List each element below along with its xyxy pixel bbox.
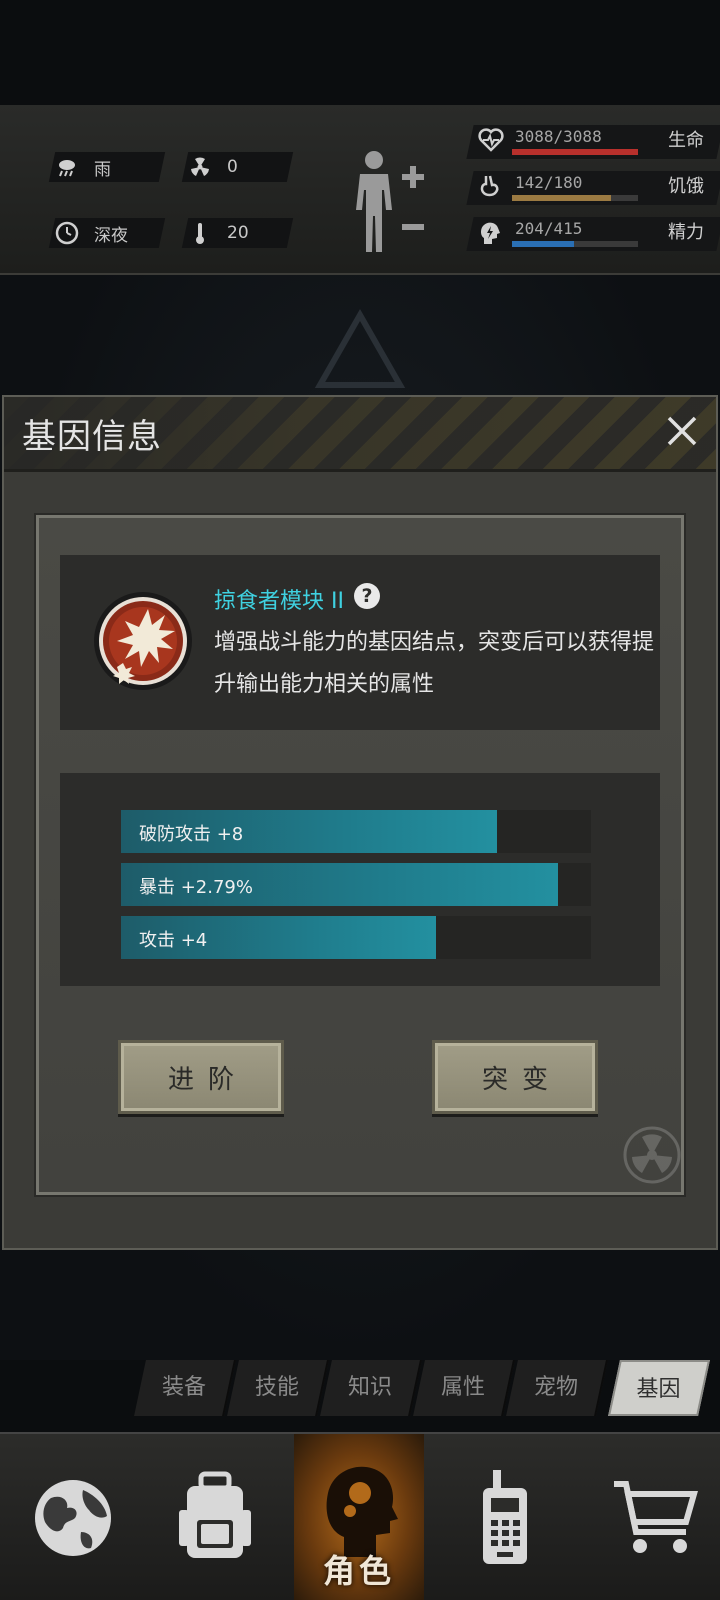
hunger-value: 142/180 [515,173,583,192]
tab-knowledge[interactable]: 知识 [320,1360,422,1416]
radiation-value: 0 [227,157,238,177]
energy-value: 204/415 [515,219,583,238]
nav-character[interactable]: 角色 [294,1434,424,1600]
nav-character-label: 角色 [322,1552,395,1590]
weather-pill: 雨 [48,152,166,182]
advance-button[interactable]: 进阶 [118,1040,284,1114]
nav-backpack[interactable] [150,1434,280,1600]
nav-radio[interactable] [440,1434,570,1600]
temperature-value: 20 [227,223,249,243]
stat-bar: 破防攻击 +8 [121,810,591,853]
gene-description: 增强战斗能力的基因结点，突变后可以获得提升输出能力相关的属性 [214,630,655,697]
hunger-bar [512,195,638,201]
stat-label: 破防攻击 +8 [139,824,244,845]
backpack-icon [179,1471,251,1558]
mutate-button[interactable]: 突变 [432,1040,598,1114]
tab-label: 宠物 [533,1375,578,1400]
time-pill: 深夜 [48,218,166,248]
health-label: 生命 [668,130,704,151]
close-button[interactable] [662,411,702,451]
stomach-icon [478,174,504,200]
tab-label: 技能 [254,1375,299,1400]
predator-gene-icon [93,583,193,700]
health-stat: 3088/3088 生命 [470,125,720,159]
time-label: 深夜 [94,225,128,246]
tab-label: 装备 [161,1375,206,1400]
tab-label: 属性 [440,1375,485,1400]
health-bar [512,149,638,155]
body-status-figure[interactable] [350,148,430,256]
dialog-title: 基因信息 [22,417,162,457]
rain-cloud-icon [52,156,82,178]
tab-attributes[interactable]: 属性 [413,1360,515,1416]
stat-label: 攻击 +4 [139,930,208,951]
temperature-pill: 20 [181,218,294,248]
stat-bar: 暴击 +2.79% [121,863,591,906]
weather-label: 雨 [94,159,111,180]
gene-name: 掠食者模块 II [214,589,344,614]
tab-label: 知识 [347,1375,392,1400]
heart-pulse-icon [478,128,504,154]
tab-equipment[interactable]: 装备 [134,1360,236,1416]
radiation-pill: 0 [181,152,294,182]
nav-world-map[interactable] [8,1434,138,1600]
radiation-icon [185,156,215,178]
shopping-cart-icon [614,1481,698,1553]
thermometer-icon [185,221,215,245]
stat-label: 暴击 +2.79% [139,877,253,898]
close-icon [667,416,697,446]
hunger-label: 饥饿 [668,176,704,197]
character-tabs: 装备 技能 知识 属性 宠物 基因 [130,1360,720,1420]
tab-label: 基因 [636,1377,681,1402]
tab-pets[interactable]: 宠物 [506,1360,608,1416]
energy-label: 精力 [668,222,704,243]
clock-icon [52,221,82,245]
nav-shop[interactable] [590,1434,720,1600]
hunger-stat: 142/180 饥饿 [470,171,720,205]
energy-stat: 204/415 精力 [470,217,720,251]
radiation-watermark-icon [622,1125,682,1185]
tab-genes[interactable]: 基因 [608,1360,710,1416]
health-value: 3088/3088 [515,127,602,146]
walkie-talkie-icon [483,1470,527,1564]
help-icon[interactable]: ? [354,583,380,609]
globe-icon [35,1480,111,1556]
bottom-navigation: 角色 [0,1432,720,1600]
energy-bar [512,241,638,247]
stat-bar: 攻击 +4 [121,916,591,959]
human-body-icon [356,151,424,252]
tab-skills[interactable]: 技能 [227,1360,329,1416]
head-energy-icon [478,220,504,246]
